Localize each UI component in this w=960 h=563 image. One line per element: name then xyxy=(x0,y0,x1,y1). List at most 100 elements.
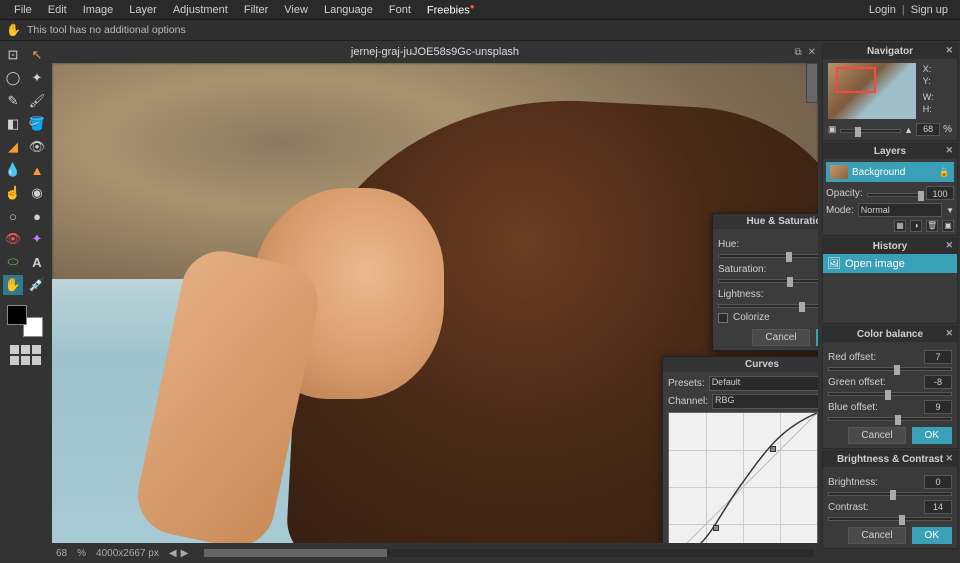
eraser-tool[interactable]: ◧ xyxy=(3,114,23,134)
channel-dropdown[interactable]: RBG xyxy=(712,394,818,409)
opacity-value[interactable]: 100 xyxy=(926,186,954,200)
curve-handle[interactable] xyxy=(770,446,776,452)
layer-item-background[interactable]: Background 🔒 xyxy=(826,162,954,182)
close-icon[interactable]: ✕ xyxy=(945,453,953,464)
fg-color-swatch[interactable] xyxy=(7,305,27,325)
curves-panel[interactable]: Curves✕ Presets:Default Channel:RBG xyxy=(662,356,818,543)
cancel-button[interactable]: Cancel xyxy=(752,329,809,346)
menu-font[interactable]: Font xyxy=(381,4,419,16)
contrast-slider[interactable] xyxy=(828,517,952,521)
crop-tool[interactable]: ⊡ xyxy=(3,45,23,65)
menu-filter[interactable]: Filter xyxy=(236,4,276,16)
sharpen-tool[interactable]: ▲ xyxy=(27,160,47,180)
zoom-out-icon[interactable]: ▣ xyxy=(828,124,837,135)
menu-language[interactable]: Language xyxy=(316,4,381,16)
hue-saturation-panel[interactable]: Hue & Saturation✕ Hue:-2 Saturation:0 Li… xyxy=(712,213,818,351)
cancel-button[interactable]: Cancel xyxy=(848,527,905,544)
swatches-grid-icon[interactable] xyxy=(10,345,41,365)
horizontal-scrollbar[interactable] xyxy=(204,549,814,557)
menu-file[interactable]: File xyxy=(6,4,40,16)
menu-edit[interactable]: Edit xyxy=(40,4,75,16)
signup-link[interactable]: Sign up xyxy=(905,4,954,16)
navigator-thumbnail[interactable] xyxy=(828,63,916,119)
lock-icon[interactable]: 🔒 xyxy=(939,167,950,178)
eyedropper-tool[interactable]: 💉 xyxy=(27,275,47,295)
close-icon[interactable]: ✕ xyxy=(945,328,953,339)
zoom-in-icon[interactable]: ▶ xyxy=(181,548,189,559)
login-link[interactable]: Login xyxy=(863,4,902,16)
shape-tool[interactable]: ⬭ xyxy=(3,252,23,272)
hue-slider[interactable] xyxy=(718,254,818,258)
canvas-dimensions: 4000x2667 px xyxy=(96,548,159,559)
menu-layer[interactable]: Layer xyxy=(121,4,165,16)
burn-tool[interactable]: ● xyxy=(27,206,47,226)
green-offset-value[interactable]: -8 xyxy=(924,375,952,389)
brightness-value[interactable]: 0 xyxy=(924,475,952,489)
clone-tool[interactable]: 👁 xyxy=(27,137,47,157)
blue-offset-value[interactable]: 9 xyxy=(924,400,952,414)
curves-graph[interactable] xyxy=(668,412,818,543)
contrast-value[interactable]: 14 xyxy=(924,500,952,514)
hand-tool[interactable]: ✋ xyxy=(3,275,23,295)
pencil-tool[interactable]: ✎ xyxy=(3,91,23,111)
redeye-tool[interactable]: 👁 xyxy=(3,229,23,249)
popout-icon[interactable]: ⧉ xyxy=(794,47,801,58)
history-item-open[interactable]: 🖼 Open image xyxy=(823,254,957,273)
menu-freebies[interactable]: Freebies● xyxy=(419,2,483,17)
colorize-checkbox[interactable] xyxy=(718,313,728,323)
close-icon[interactable]: ✕ xyxy=(945,240,953,251)
ok-button[interactable]: OK xyxy=(816,329,818,346)
opacity-label: Opacity: xyxy=(826,188,863,199)
navigator-coords: X:Y: W:H: xyxy=(923,63,934,115)
layer-action-icon[interactable]: ◑ xyxy=(910,220,922,232)
close-icon[interactable]: ✕ xyxy=(945,45,953,56)
lasso-tool[interactable]: ◯ xyxy=(3,68,23,88)
canvas[interactable]: Hue & Saturation✕ Hue:-2 Saturation:0 Li… xyxy=(52,63,818,543)
menu-view[interactable]: View xyxy=(276,4,316,16)
cancel-button[interactable]: Cancel xyxy=(848,427,905,444)
brush-tool[interactable]: 🖌 xyxy=(27,91,47,111)
move-tool[interactable]: ↖ xyxy=(27,45,47,65)
saturation-slider[interactable] xyxy=(718,279,818,283)
sponge-tool[interactable]: ◉ xyxy=(27,183,47,203)
green-offset-slider[interactable] xyxy=(828,392,952,396)
toolbox: ⊡ ↖ ◯ ✦ ✎ 🖌 ◧ 🪣 ◢ 👁 💧 ▲ ☝ ◉ ○ ● 👁 ✦ ⬭ A … xyxy=(0,41,50,563)
navigator-panel: Navigator✕ X:Y: W:H: ▣ ▲ 68 % xyxy=(822,43,958,141)
ok-button[interactable]: OK xyxy=(912,527,952,544)
layer-thumbnail xyxy=(830,165,848,179)
layer-action-icon[interactable]: ▦ xyxy=(894,220,906,232)
new-layer-icon[interactable]: ▣ xyxy=(942,220,954,232)
opacity-slider[interactable] xyxy=(867,193,922,197)
chevron-down-icon[interactable]: ▼ xyxy=(946,206,954,215)
blur-tool[interactable]: 💧 xyxy=(3,160,23,180)
menu-image[interactable]: Image xyxy=(75,4,122,16)
red-offset-slider[interactable] xyxy=(828,367,952,371)
wand-tool[interactable]: ✦ xyxy=(27,68,47,88)
delete-layer-icon[interactable]: 🗑 xyxy=(926,220,938,232)
presets-dropdown[interactable]: Default xyxy=(709,376,818,391)
menu-adjustment[interactable]: Adjustment xyxy=(165,4,236,16)
gradient-tool[interactable]: ◢ xyxy=(3,137,23,157)
vertical-scrollbar[interactable] xyxy=(806,63,818,103)
document-title: jernej-graj-juJOE58s9Gc-unsplash xyxy=(351,46,519,58)
color-swatches[interactable] xyxy=(7,305,43,337)
close-tab-icon[interactable]: ✕ xyxy=(808,47,816,58)
navigator-zoom-slider[interactable] xyxy=(840,129,902,133)
red-offset-value[interactable]: 7 xyxy=(924,350,952,364)
zoom-out-icon[interactable]: ◀ xyxy=(169,548,177,559)
color-balance-panel: Color balance✕ Red offset:7 Green offset… xyxy=(822,326,958,449)
lightness-slider[interactable] xyxy=(718,304,818,308)
dodge-tool[interactable]: ○ xyxy=(3,206,23,226)
brightness-slider[interactable] xyxy=(828,492,952,496)
zoom-in-icon[interactable]: ▲ xyxy=(904,125,913,135)
curve-handle[interactable] xyxy=(713,525,719,531)
spot-tool[interactable]: ✦ xyxy=(27,229,47,249)
text-tool[interactable]: A xyxy=(27,252,47,272)
bucket-tool[interactable]: 🪣 xyxy=(27,114,47,134)
smudge-tool[interactable]: ☝ xyxy=(3,183,23,203)
blue-offset-slider[interactable] xyxy=(828,417,952,421)
close-icon[interactable]: ✕ xyxy=(945,145,953,156)
ok-button[interactable]: OK xyxy=(912,427,952,444)
navigator-zoom-value[interactable]: 68 xyxy=(916,123,940,136)
blend-mode-dropdown[interactable]: Normal xyxy=(858,203,942,217)
